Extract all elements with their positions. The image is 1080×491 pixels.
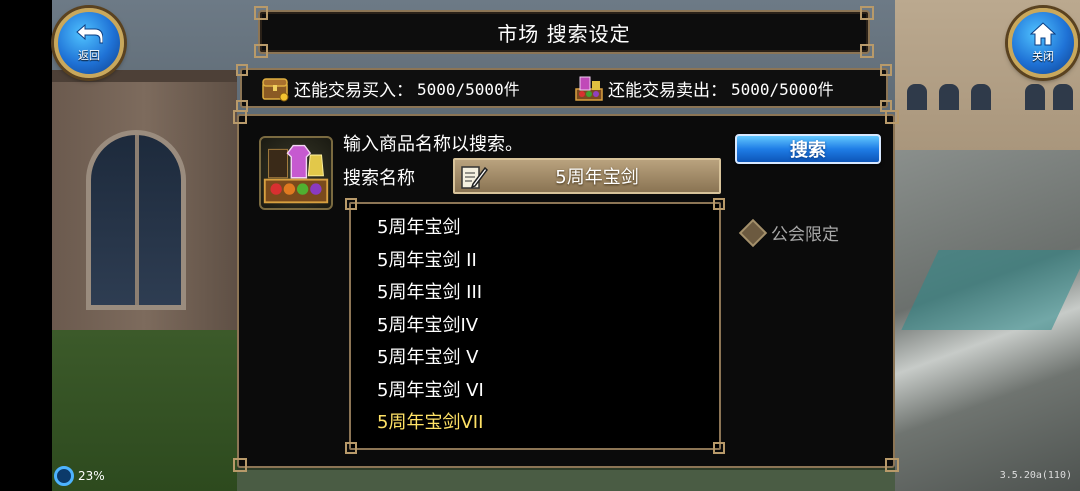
search-button-label: 搜索 <box>790 140 826 161</box>
page-title: 市场 搜索设定 <box>497 21 631 46</box>
battery-status: 23% <box>54 466 105 486</box>
back-button-label: 返回 <box>78 49 100 62</box>
list-item[interactable]: 5周年宝剑 III <box>377 277 484 310</box>
back-button[interactable]: 返回 <box>54 8 124 78</box>
list-item[interactable]: 5周年宝剑 V <box>377 342 484 375</box>
merchant-stall-icon <box>575 76 603 101</box>
title-bar: 市场 搜索设定 <box>254 6 874 58</box>
battery-percent: 23% <box>78 469 105 483</box>
return-arrow-icon <box>76 23 103 44</box>
list-item[interactable]: 5周年宝剑VII <box>377 407 484 440</box>
result-items: 5周年宝剑 5周年宝剑 II 5周年宝剑 III 5周年宝剑IV 5周年宝剑 V… <box>377 212 484 440</box>
version-label: 3.5.20a(110) <box>999 470 1072 481</box>
home-icon <box>1030 22 1056 46</box>
search-name-label: 搜索名称 <box>343 168 415 189</box>
buy-quota-label: 还能交易买入： <box>294 80 413 101</box>
search-settings-panel: 输入商品名称以搜索。 搜索名称 5周年宝剑 搜索 公会限定 5周年宝剑 5周年宝… <box>233 110 899 472</box>
list-item[interactable]: 5周年宝剑 II <box>377 245 484 278</box>
diamond-checkbox-icon <box>738 218 768 247</box>
treasure-chest-icon <box>262 78 289 102</box>
buy-quota: 还能交易买入： 5000/5000件 <box>260 70 520 106</box>
search-name-value: 5周年宝剑 <box>555 167 639 188</box>
ground-strip <box>237 470 895 491</box>
close-button[interactable]: 关闭 <box>1008 8 1078 78</box>
shop-stall-icon <box>259 136 333 210</box>
sell-quota-value: 5000/5000件 <box>731 80 834 99</box>
list-item[interactable]: 5周年宝剑 <box>377 212 484 245</box>
left-black-bar <box>0 0 52 491</box>
search-name-input[interactable]: 5周年宝剑 <box>453 158 721 194</box>
battery-ring-icon <box>54 466 74 486</box>
close-button-label: 关闭 <box>1032 50 1054 63</box>
search-hint: 输入商品名称以搜索。 <box>343 134 523 155</box>
search-results-list[interactable]: 5周年宝剑 5周年宝剑 II 5周年宝剑 III 5周年宝剑IV 5周年宝剑 V… <box>345 198 725 454</box>
trade-quota-bar: 还能交易买入： 5000/5000件 还能交易卖出： 5000/5000件 <box>236 64 892 112</box>
sell-quota: 还能交易卖出： 5000/5000件 <box>574 70 834 106</box>
notepad-pen-icon <box>461 166 488 189</box>
arched-window <box>86 130 186 310</box>
guild-only-label: 公会限定 <box>771 225 839 245</box>
guild-only-toggle[interactable]: 公会限定 <box>738 218 839 247</box>
buy-quota-value: 5000/5000件 <box>417 80 520 99</box>
sell-quota-label: 还能交易卖出： <box>608 80 727 101</box>
search-button[interactable]: 搜索 <box>735 134 881 164</box>
list-item[interactable]: 5周年宝剑IV <box>377 310 484 343</box>
list-item[interactable]: 5周年宝剑 VI <box>377 375 484 408</box>
